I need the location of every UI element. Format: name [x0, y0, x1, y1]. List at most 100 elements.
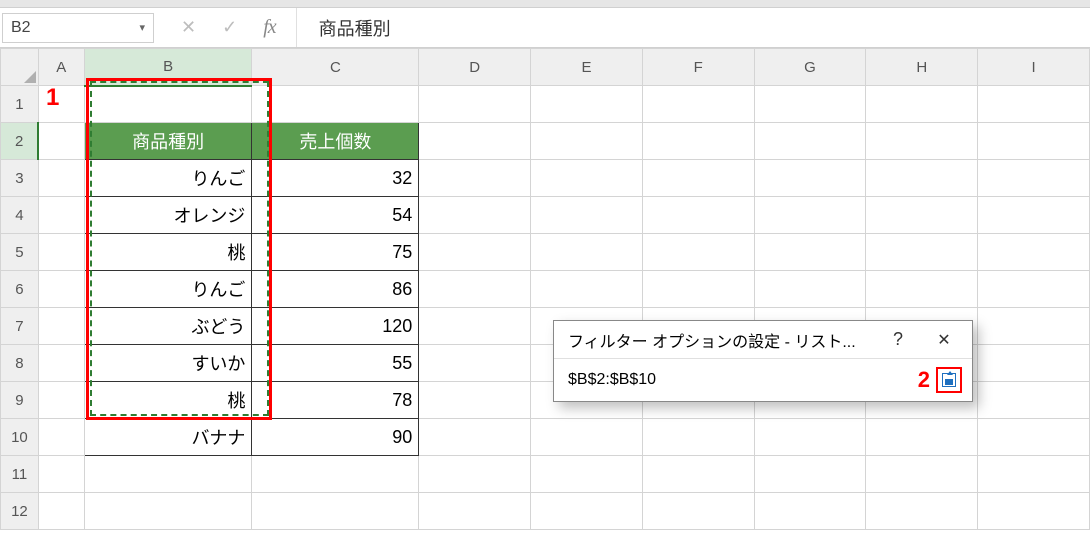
cell-D4[interactable]: [419, 197, 531, 234]
cell-I4[interactable]: [978, 197, 1090, 234]
cell-C7[interactable]: 120: [252, 308, 419, 345]
cell-F5[interactable]: [642, 234, 754, 271]
cell-I12[interactable]: [978, 493, 1090, 530]
cell-C12[interactable]: [252, 493, 419, 530]
cell-I6[interactable]: [978, 271, 1090, 308]
cell-D7[interactable]: [419, 308, 531, 345]
cell-D5[interactable]: [419, 234, 531, 271]
cell-G6[interactable]: [754, 271, 866, 308]
column-header-G[interactable]: G: [754, 49, 866, 86]
cell-D11[interactable]: [419, 456, 531, 493]
row-header-6[interactable]: 6: [1, 271, 39, 308]
cell-D6[interactable]: [419, 271, 531, 308]
cell-I2[interactable]: [978, 123, 1090, 160]
column-header-I[interactable]: I: [978, 49, 1090, 86]
cell-F11[interactable]: [642, 456, 754, 493]
cell-C4[interactable]: 54: [252, 197, 419, 234]
row-header-2[interactable]: 2: [1, 123, 39, 160]
cell-B4[interactable]: オレンジ: [84, 197, 252, 234]
cell-A12[interactable]: [38, 493, 84, 530]
column-header-B[interactable]: B: [84, 49, 252, 86]
cell-I10[interactable]: [978, 419, 1090, 456]
cell-B12[interactable]: [84, 493, 252, 530]
cell-B7[interactable]: ぶどう: [84, 308, 252, 345]
cell-D12[interactable]: [419, 493, 531, 530]
cell-D9[interactable]: [419, 382, 531, 419]
cell-B11[interactable]: [84, 456, 252, 493]
row-header-3[interactable]: 3: [1, 160, 39, 197]
cell-E6[interactable]: [531, 271, 643, 308]
cell-C6[interactable]: 86: [252, 271, 419, 308]
name-box-dropdown-icon[interactable]: ▾: [139, 21, 145, 34]
cell-H1[interactable]: [866, 86, 978, 123]
row-header-11[interactable]: 11: [1, 456, 39, 493]
cell-B8[interactable]: すいか: [84, 345, 252, 382]
cell-G5[interactable]: [754, 234, 866, 271]
cell-G4[interactable]: [754, 197, 866, 234]
column-header-F[interactable]: F: [642, 49, 754, 86]
dialog-close-button[interactable]: ✕: [926, 330, 962, 350]
cell-G11[interactable]: [754, 456, 866, 493]
cell-A4[interactable]: [38, 197, 84, 234]
cell-C11[interactable]: [252, 456, 419, 493]
cell-H11[interactable]: [866, 456, 978, 493]
cell-A5[interactable]: [38, 234, 84, 271]
cell-H5[interactable]: [866, 234, 978, 271]
cell-I9[interactable]: [978, 382, 1090, 419]
cell-G3[interactable]: [754, 160, 866, 197]
cell-D3[interactable]: [419, 160, 531, 197]
cell-G10[interactable]: [754, 419, 866, 456]
cell-G2[interactable]: [754, 123, 866, 160]
cell-F10[interactable]: [642, 419, 754, 456]
cell-I11[interactable]: [978, 456, 1090, 493]
cell-I3[interactable]: [978, 160, 1090, 197]
cell-I1[interactable]: [978, 86, 1090, 123]
dialog-titlebar[interactable]: フィルター オプションの設定 - リスト... ? ✕: [554, 321, 972, 359]
cell-C9[interactable]: 78: [252, 382, 419, 419]
cell-E4[interactable]: [531, 197, 643, 234]
cell-E10[interactable]: [531, 419, 643, 456]
filter-options-dialog[interactable]: フィルター オプションの設定 - リスト... ? ✕ $B$2:$B$10 2: [553, 320, 973, 402]
cell-H2[interactable]: [866, 123, 978, 160]
cell-B5[interactable]: 桃: [84, 234, 252, 271]
column-header-A[interactable]: A: [38, 49, 84, 86]
cell-F2[interactable]: [642, 123, 754, 160]
cell-A3[interactable]: [38, 160, 84, 197]
cell-D1[interactable]: [419, 86, 531, 123]
cell-C10[interactable]: 90: [252, 419, 419, 456]
cell-F12[interactable]: [642, 493, 754, 530]
row-header-9[interactable]: 9: [1, 382, 39, 419]
range-input[interactable]: $B$2:$B$10: [568, 371, 918, 389]
cell-B10[interactable]: バナナ: [84, 419, 252, 456]
cell-D2[interactable]: [419, 123, 531, 160]
cell-F4[interactable]: [642, 197, 754, 234]
cell-E12[interactable]: [531, 493, 643, 530]
cell-B1[interactable]: [84, 86, 252, 123]
cell-F3[interactable]: [642, 160, 754, 197]
name-box[interactable]: B2 ▾: [2, 13, 154, 43]
cancel-icon[interactable]: ✕: [181, 17, 196, 38]
cell-E3[interactable]: [531, 160, 643, 197]
cell-grid[interactable]: ABCDEFGHI 12商品種別売上個数3りんご324オレンジ545桃756りん…: [0, 48, 1090, 530]
cell-E1[interactable]: [531, 86, 643, 123]
cell-A10[interactable]: [38, 419, 84, 456]
cell-H4[interactable]: [866, 197, 978, 234]
cell-D10[interactable]: [419, 419, 531, 456]
cell-F6[interactable]: [642, 271, 754, 308]
cell-I7[interactable]: [978, 308, 1090, 345]
cell-E5[interactable]: [531, 234, 643, 271]
cell-H3[interactable]: [866, 160, 978, 197]
cell-B9[interactable]: 桃: [84, 382, 252, 419]
column-header-H[interactable]: H: [866, 49, 978, 86]
cell-G1[interactable]: [754, 86, 866, 123]
cell-I8[interactable]: [978, 345, 1090, 382]
cell-A6[interactable]: [38, 271, 84, 308]
cell-G12[interactable]: [754, 493, 866, 530]
cell-B3[interactable]: りんご: [84, 160, 252, 197]
column-header-E[interactable]: E: [531, 49, 643, 86]
enter-icon[interactable]: ✓: [222, 17, 237, 38]
cell-E11[interactable]: [531, 456, 643, 493]
cell-A2[interactable]: [38, 123, 84, 160]
cell-H6[interactable]: [866, 271, 978, 308]
cell-C3[interactable]: 32: [252, 160, 419, 197]
